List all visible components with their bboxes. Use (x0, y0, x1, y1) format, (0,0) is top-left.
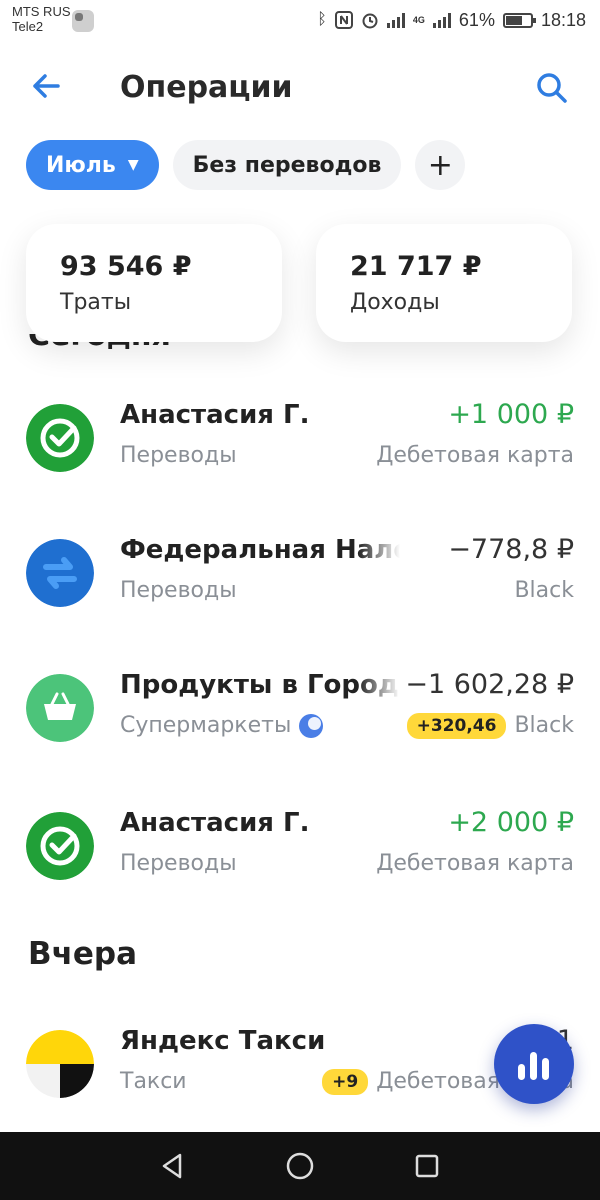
account-label: Дебетовая карта (376, 443, 574, 468)
triangle-back-icon (163, 1153, 182, 1179)
transfer-arrows-icon (26, 539, 94, 607)
transaction-amount: +1 000 ₽ (448, 399, 574, 430)
caret-down-icon: ▼ (127, 157, 139, 173)
network-type: 4G (412, 14, 425, 25)
transaction-name: Анастасия Г. (120, 400, 310, 430)
sim-icon (72, 10, 94, 32)
transaction-name: Федеральная Налоговая служба (120, 535, 400, 565)
status-icons: ᛒ 4G 61% 18:18 (317, 8, 586, 32)
no-transfers-filter-chip[interactable]: Без переводов (172, 140, 402, 190)
transaction-account: Black (514, 577, 574, 605)
transaction-category: Переводы (120, 850, 237, 878)
month-label: Июль (46, 152, 116, 178)
nav-recents-button[interactable] (405, 1144, 449, 1188)
bar-chart-icon (518, 1052, 549, 1080)
transaction-name: Анастасия Г. (120, 808, 310, 838)
transaction-row[interactable]: Федеральная Налоговая служба Переводы −7… (0, 527, 600, 617)
yandex-taxi-icon (26, 1030, 94, 1098)
income-amount: 21 717 ₽ (350, 251, 482, 282)
month-filter-chip[interactable]: Июль ▼ (26, 140, 159, 190)
transaction-name: Яндекс Такси (120, 1026, 326, 1056)
income-label: Доходы (350, 290, 440, 315)
cashback-badge: +9 (322, 1069, 369, 1095)
carrier-name-2: Tele2 (12, 19, 44, 34)
back-button[interactable] (28, 68, 68, 108)
system-navigation-bar (0, 1132, 600, 1200)
sber-check-icon (26, 404, 94, 472)
category-label: Переводы (120, 578, 237, 603)
account-label: Дебетовая карта (376, 851, 574, 876)
transaction-category: Такси (120, 1068, 187, 1096)
nav-home-button[interactable] (278, 1144, 322, 1188)
transaction-amount: −1 602,28 ₽ (405, 669, 574, 700)
plus-icon: + (427, 147, 453, 183)
category-label: Такси (120, 1069, 187, 1094)
signal-icon (386, 12, 405, 28)
transaction-category: Переводы (120, 577, 237, 605)
transaction-amount: +2 000 ₽ (448, 807, 574, 838)
arrow-left-icon (33, 74, 60, 98)
category-label: Супермаркеты (120, 713, 292, 738)
filter-label: Без переводов (192, 152, 382, 178)
sber-check-icon (26, 812, 94, 880)
clock: 18:18 (540, 9, 586, 30)
category-label: Переводы (120, 851, 237, 876)
moon-icon (299, 714, 324, 738)
transaction-row[interactable]: Продукты в Городе Супермаркеты −1 602,28… (0, 662, 600, 752)
page-title: Операции (120, 70, 293, 105)
transaction-account: Дебетовая карта (376, 850, 574, 878)
spent-label: Траты (60, 290, 132, 315)
status-bar: MTS RUS Tele2 ᛒ 4G 61% 18:18 (0, 0, 600, 44)
search-icon (537, 73, 567, 103)
cashback-badge: +320,46 (406, 713, 507, 739)
square-recents-icon (415, 1154, 438, 1178)
basket-icon (26, 674, 94, 742)
bluetooth-icon: ᛒ (317, 11, 327, 28)
search-button[interactable] (532, 68, 572, 108)
carrier-info: MTS RUS Tele2 (12, 4, 71, 34)
spent-amount: 93 546 ₽ (60, 251, 192, 282)
transaction-name: Продукты в Городе (120, 670, 400, 700)
alarm-icon (362, 13, 378, 29)
transaction-row[interactable]: Анастасия Г. Переводы +1 000 ₽ Дебетовая… (0, 392, 600, 482)
account-label: Black (514, 713, 574, 738)
transaction-account: Дебетовая карта (376, 442, 574, 470)
battery-percent: 61% (458, 9, 495, 30)
add-filter-button[interactable]: + (415, 140, 466, 190)
section-title-yesterday: Вчера (28, 936, 138, 972)
transaction-amount: −778,8 ₽ (448, 534, 574, 565)
nfc-icon (334, 11, 353, 29)
signal-icon-2 (432, 12, 451, 28)
filter-bar: Июль ▼ Без переводов + (26, 140, 466, 190)
account-label: Black (514, 578, 574, 603)
transaction-account: +320,46 Black (406, 712, 574, 740)
battery-icon (502, 12, 536, 28)
nav-back-button[interactable] (151, 1144, 195, 1188)
circle-home-icon (286, 1152, 314, 1180)
transaction-row[interactable]: Анастасия Г. Переводы +2 000 ₽ Дебетовая… (0, 800, 600, 890)
transaction-category: Супермаркеты (120, 712, 324, 740)
analytics-fab-button[interactable] (494, 1024, 574, 1104)
battery-fill (505, 15, 522, 25)
transaction-category: Переводы (120, 442, 237, 470)
spent-summary-card[interactable]: 93 546 ₽ Траты (26, 224, 282, 342)
income-summary-card[interactable]: 21 717 ₽ Доходы (316, 224, 572, 342)
category-label: Переводы (120, 443, 237, 468)
carrier-name-1: MTS RUS (12, 4, 71, 19)
